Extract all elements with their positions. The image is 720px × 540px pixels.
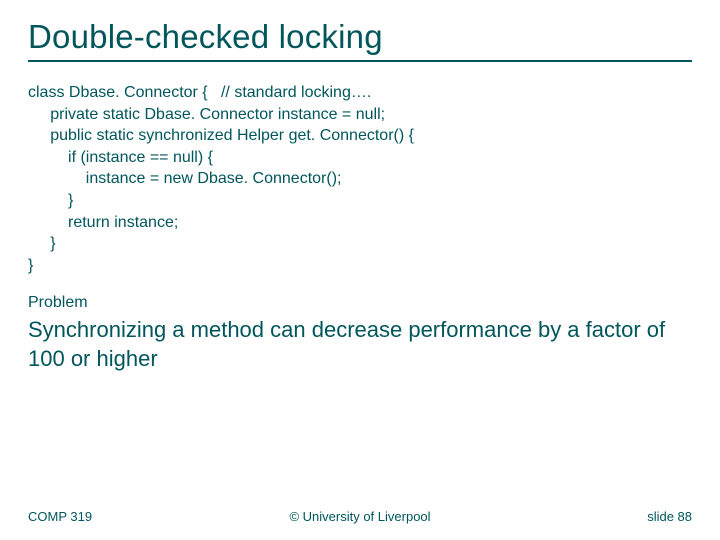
slide-title: Double-checked locking	[28, 18, 692, 56]
footer-left: COMP 319	[28, 509, 92, 524]
footer-center: © University of Liverpool	[289, 509, 430, 524]
problem-label: Problem	[28, 294, 692, 312]
footer: COMP 319 © University of Liverpool slide…	[0, 509, 720, 524]
title-rule	[28, 60, 692, 62]
footer-right: slide 88	[647, 509, 692, 524]
slide: Double-checked locking class Dbase. Conn…	[0, 0, 720, 540]
code-block: class Dbase. Connector { // standard loc…	[28, 82, 692, 276]
problem-body: Synchronizing a method can decrease perf…	[28, 316, 692, 373]
